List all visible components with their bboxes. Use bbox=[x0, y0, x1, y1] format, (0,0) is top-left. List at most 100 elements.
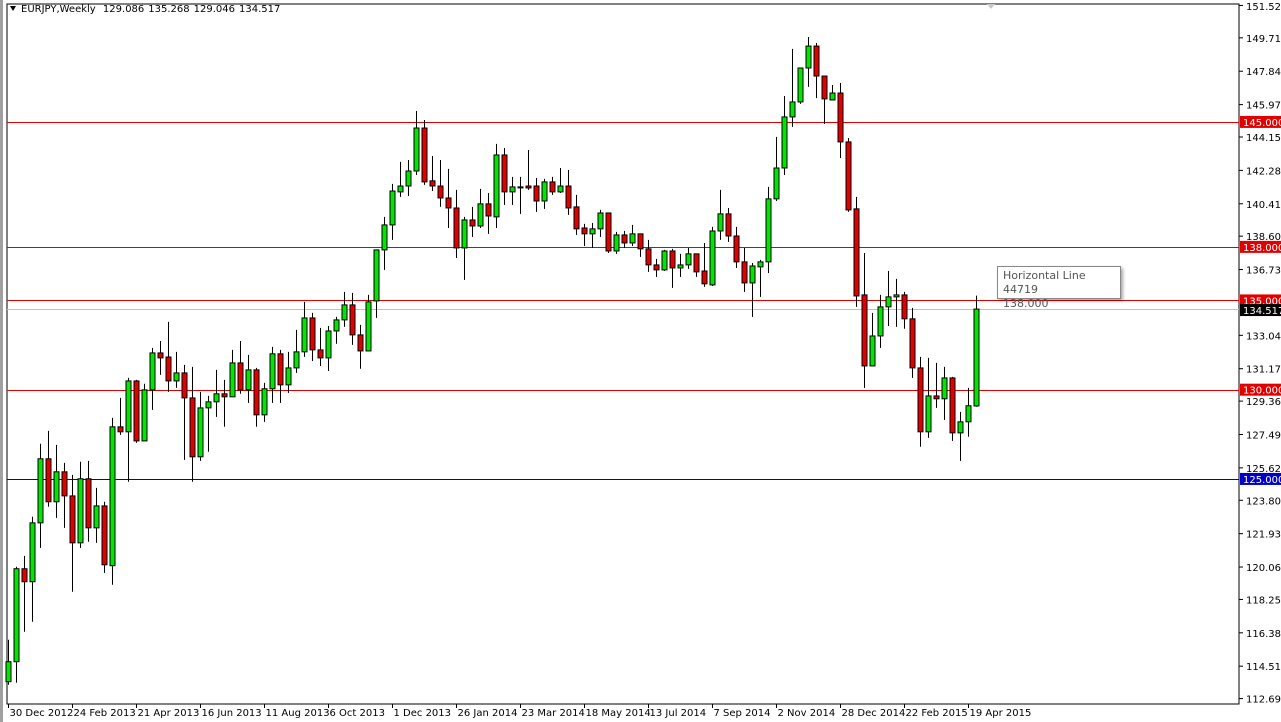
candle bbox=[110, 418, 115, 585]
bull-candle-body bbox=[974, 309, 979, 406]
bull-candle-body bbox=[886, 297, 891, 307]
bull-candle-body bbox=[662, 251, 667, 270]
bear-candle-body bbox=[934, 396, 939, 399]
tooltip-value: 138.000 bbox=[1003, 297, 1120, 311]
bull-candle-body bbox=[94, 506, 99, 528]
bull-candle-body bbox=[110, 427, 115, 566]
level-price-label: 145.000 bbox=[1243, 118, 1281, 129]
bull-candle-body bbox=[750, 266, 755, 283]
low-value: 129.046 bbox=[194, 4, 235, 15]
bear-candle-body bbox=[526, 186, 531, 188]
bear-candle-body bbox=[254, 370, 259, 415]
y-tick-label: 127.490 bbox=[1246, 430, 1281, 441]
bear-candle-body bbox=[358, 335, 363, 351]
bull-candle-body bbox=[198, 408, 203, 457]
bull-candle-body bbox=[174, 373, 179, 381]
bull-candle-body bbox=[246, 370, 251, 390]
x-tick-label: 16 Jun 2013 bbox=[202, 708, 262, 719]
bull-candle-body bbox=[390, 191, 395, 225]
bear-candle-body bbox=[430, 181, 435, 186]
bear-candle-body bbox=[182, 373, 187, 398]
bull-candle-body bbox=[678, 265, 683, 268]
bull-candle-body bbox=[214, 394, 219, 402]
y-tick-label: 136.730 bbox=[1246, 266, 1281, 277]
bull-candle-body bbox=[830, 93, 835, 100]
candle bbox=[798, 68, 803, 104]
bear-candle-body bbox=[190, 398, 195, 457]
time-axis: 30 Dec 201224 Feb 201321 Apr 201316 Jun … bbox=[9, 704, 1032, 719]
bull-candle-body bbox=[462, 220, 467, 248]
y-tick-label: 142.285 bbox=[1246, 166, 1281, 177]
bear-candle-body bbox=[654, 265, 659, 270]
y-tick-label: 145.970 bbox=[1246, 101, 1281, 112]
bear-candle-body bbox=[574, 207, 579, 229]
y-tick-label: 133.045 bbox=[1246, 331, 1281, 342]
x-tick-label: 28 Dec 2014 bbox=[842, 708, 906, 719]
bull-candle-body bbox=[374, 250, 379, 301]
bear-candle-body bbox=[726, 214, 731, 236]
bull-candle-body bbox=[870, 336, 875, 366]
bear-candle-body bbox=[638, 234, 643, 249]
y-tick-label: 149.710 bbox=[1246, 34, 1281, 45]
y-tick-label: 118.250 bbox=[1246, 595, 1281, 606]
bull-candle-body bbox=[126, 381, 131, 432]
candle bbox=[910, 308, 915, 378]
chart-window: 151.525149.710147.840145.970144.155142.2… bbox=[0, 0, 1281, 722]
bull-candle-body bbox=[686, 254, 691, 265]
bear-candle-body bbox=[702, 271, 707, 284]
bear-candle-body bbox=[910, 319, 915, 368]
bear-candle-body bbox=[118, 427, 123, 432]
y-tick-label: 114.510 bbox=[1246, 662, 1281, 673]
bear-candle-body bbox=[854, 209, 859, 296]
bear-candle-body bbox=[862, 295, 867, 366]
bull-candle-body bbox=[942, 378, 947, 399]
bull-candle-body bbox=[558, 186, 563, 192]
bull-candle-body bbox=[710, 231, 715, 285]
x-tick-label: 1 Dec 2013 bbox=[394, 708, 452, 719]
bear-candle-body bbox=[742, 262, 747, 283]
bear-candle-body bbox=[350, 305, 355, 335]
level-price-label: 130.000 bbox=[1243, 386, 1281, 397]
y-tick-label: 123.805 bbox=[1246, 496, 1281, 507]
bear-candle-body bbox=[86, 479, 91, 528]
y-tick-label: 151.525 bbox=[1246, 2, 1281, 13]
x-tick-label: 23 Mar 2014 bbox=[522, 708, 585, 719]
bear-candle-body bbox=[838, 93, 843, 142]
bull-candle-body bbox=[590, 229, 595, 234]
bear-candle-body bbox=[502, 155, 507, 192]
bull-candle-body bbox=[406, 171, 411, 186]
bull-candle-body bbox=[518, 187, 523, 188]
y-tick-label: 121.935 bbox=[1246, 530, 1281, 541]
bear-candle-body bbox=[470, 220, 475, 226]
bull-candle-body bbox=[806, 46, 811, 68]
x-tick-label: 18 May 2014 bbox=[586, 708, 651, 719]
horizontal-line-tooltip: Horizontal Line 44719 138.000 bbox=[997, 266, 1121, 299]
bear-candle-body bbox=[62, 472, 67, 496]
bear-candle-body bbox=[822, 76, 827, 99]
bull-candle-body bbox=[326, 331, 331, 358]
bull-candle-body bbox=[894, 295, 899, 297]
bear-candle-body bbox=[422, 128, 427, 182]
bull-candle-body bbox=[782, 117, 787, 168]
bear-candle-body bbox=[438, 186, 443, 198]
bull-candle-body bbox=[614, 235, 619, 251]
bear-candle-body bbox=[238, 363, 243, 390]
bull-candle-body bbox=[142, 390, 147, 441]
candle bbox=[950, 377, 955, 441]
bull-candle-body bbox=[270, 354, 275, 389]
bear-candle-body bbox=[814, 46, 819, 76]
bear-candle-body bbox=[550, 182, 555, 192]
candle bbox=[366, 295, 371, 351]
collapse-triangle-icon[interactable] bbox=[10, 6, 16, 11]
bull-candle-body bbox=[382, 225, 387, 250]
bull-candle-body bbox=[294, 352, 299, 368]
candlestick-chart[interactable]: 151.525149.710147.840145.970144.155142.2… bbox=[3, 0, 1281, 722]
x-tick-label: 22 Feb 2015 bbox=[906, 708, 968, 719]
x-tick-label: 2 Nov 2014 bbox=[778, 708, 836, 719]
bid-price-label: 134.517 bbox=[1243, 306, 1281, 317]
x-tick-label: 11 Aug 2013 bbox=[266, 708, 330, 719]
bear-candle-body bbox=[606, 213, 611, 251]
y-tick-label: 129.360 bbox=[1246, 397, 1281, 408]
candle bbox=[766, 187, 771, 273]
x-tick-label: 7 Sep 2014 bbox=[714, 708, 771, 719]
